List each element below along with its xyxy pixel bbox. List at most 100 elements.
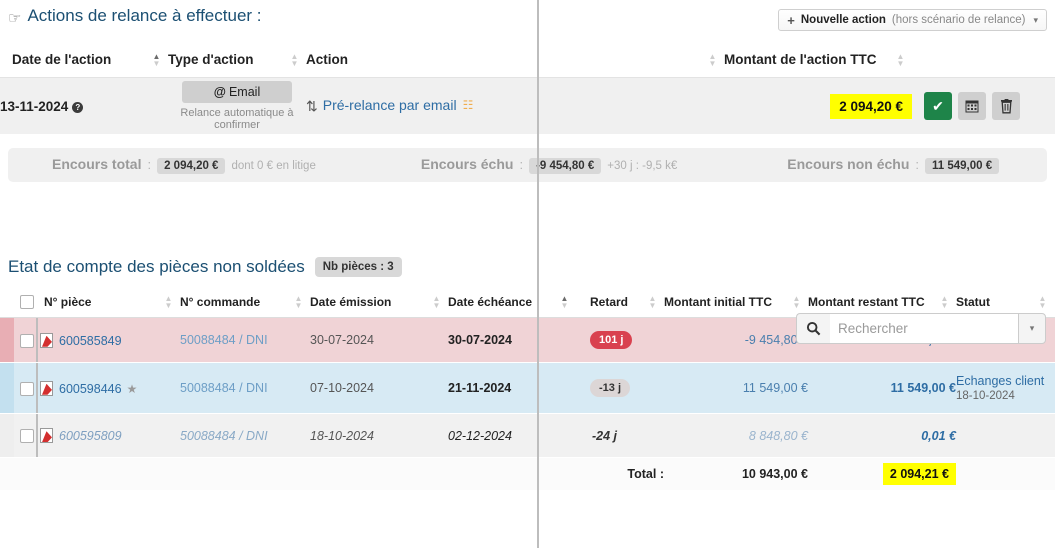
col-action: Action [306,44,706,78]
select-all-checkbox[interactable] [20,295,34,309]
commande-link[interactable]: 50088484 / DNI [180,381,268,395]
cell-date-echeance: 30-07-2024 [448,318,576,363]
repeat-icon: ⇅ [306,98,318,114]
sort-date-action[interactable]: ▲▼ [150,44,168,78]
encours-echu-value: -9 454,80 € [529,158,601,174]
commande-link[interactable]: 50088484 / DNI [180,333,268,347]
row-checkbox-cell [14,318,40,363]
search-options-dropdown[interactable]: ▾ [1018,313,1046,344]
cell-statut [956,414,1055,458]
cell-date-emission: 30-07-2024 [310,318,448,363]
total-montant-initial: 10 943,00 € [664,458,808,491]
search-input[interactable] [830,313,1018,344]
sort-date-echeance[interactable]: ▲▼ [558,288,576,317]
actions-table: Date de l'action ▲▼ Type d'action ▲▼ Act… [0,44,1055,134]
col-montant-action: Montant de l'action TTC [724,44,894,78]
cell-n-commande: 50088484 / DNI [180,414,310,458]
sort-type-action[interactable]: ▲▼ [288,44,306,78]
col-type-action: Type d'action [168,44,288,78]
table-row[interactable]: 600595809 50088484 / DNI 18-10-2024 02-1… [0,414,1055,458]
total-label: Total : [576,458,664,491]
encours-echu-extra: +30 j : -9,5 k€ [607,160,677,172]
total-row: Total : 10 943,00 € 2 094,21 € [0,458,1055,491]
action-type-cell: @Email Relance automatique à confirmer [168,78,306,135]
row-marker [0,363,14,414]
cell-retard: -13 j [576,363,664,414]
row-checkbox-cell [14,414,40,458]
new-action-button[interactable]: + Nouvelle action (hors scénario de rela… [778,9,1047,31]
cell-date-echeance: 21-11-2024 [448,363,576,414]
delete-action-button[interactable] [992,92,1020,120]
col-date-emission: Date émission [310,288,430,317]
action-link[interactable]: Pré-relance par email [323,97,457,113]
row-checkbox[interactable] [20,382,34,396]
action-amount-cell: 2 094,20 € [724,78,912,135]
cell-montant-initial: -9 454,80 € [664,318,808,363]
pieces-section-title: Etat de compte des pièces non soldées [8,257,305,277]
row-checkbox[interactable] [20,334,34,348]
statut-link[interactable]: Echanges client [956,374,1055,388]
postpone-action-button[interactable] [958,92,986,120]
encours-non-echu-colon: : [915,157,919,172]
star-icon[interactable]: ★ [127,382,138,396]
encours-total-extra: dont 0 € en litige [231,160,315,172]
col-retard: Retard [576,288,646,317]
action-type-subtext: Relance automatique à confirmer [168,107,306,131]
total-statut-cell [956,458,1055,491]
sort-montant-action[interactable]: ▲▼ [894,44,912,78]
list-icon[interactable]: ☷ [463,98,473,112]
action-date-cell: 13-11-2024? [0,78,168,135]
col-date-echeance: Date échéance [448,288,558,317]
total-check-cell [14,458,40,491]
sort-montant-action-left[interactable]: ▲▼ [706,44,724,78]
commande-link[interactable]: 50088484 / DNI [180,429,268,443]
actions-header-row: Date de l'action ▲▼ Type d'action ▲▼ Act… [0,44,1055,78]
col-montant-initial: Montant initial TTC [664,288,790,317]
nb-pieces-badge: Nb pièces : 3 [315,257,402,277]
chevron-down-icon[interactable]: ▾ [1033,15,1038,26]
help-icon[interactable]: ? [72,102,83,113]
select-all-checkbox-cell [14,288,40,317]
piece-link[interactable]: 600595809 [59,429,122,443]
encours-echu-colon: : [519,157,523,172]
total-montant-restant-cell: 2 094,21 € [808,458,956,491]
cell-date-emission: 18-10-2024 [310,414,448,458]
piece-link[interactable]: 600598446 [59,382,122,396]
action-row: 13-11-2024? @Email Relance automatique à… [0,78,1055,135]
timeline-line [537,0,539,548]
encours-non-echu-block: Encours non échu : 11 549,00 € [677,156,999,174]
search-button[interactable] [796,313,830,344]
cell-n-piece: 600585849 [40,318,180,363]
pointing-hand-icon: ☞ [8,9,21,27]
header-mark-col [0,288,14,317]
encours-summary-bar: Encours total : 2 094,20 € dont 0 € en l… [8,148,1047,182]
pdf-icon[interactable] [40,381,53,396]
cell-n-commande: 50088484 / DNI [180,363,310,414]
page-title: ☞Actions de relance à effectuer : [8,6,262,27]
sort-n-commande[interactable]: ▲▼ [292,288,310,317]
sort-retard[interactable]: ▲▼ [646,288,664,317]
col-n-commande: N° commande [180,288,292,317]
piece-link[interactable]: 600585849 [59,334,122,348]
pdf-icon[interactable] [40,428,53,443]
row-checkbox[interactable] [20,429,34,443]
retard-badge: -13 j [590,379,630,397]
email-type-badge[interactable]: @Email [182,81,292,103]
encours-total-label: Encours total [52,156,141,172]
new-action-label: Nouvelle action [801,14,886,26]
sort-n-piece[interactable]: ▲▼ [162,288,180,317]
row-checkbox-cell [14,363,40,414]
cell-montant-initial: 8 848,80 € [664,414,808,458]
encours-echu-label: Encours échu [421,156,514,172]
validate-action-button[interactable]: ✔ [924,92,952,120]
col-actions-buttons [912,44,1055,78]
total-marker [0,458,14,491]
action-amount-spacer [706,78,724,135]
col-n-piece: N° pièce [40,288,162,317]
encours-total-value: 2 094,20 € [157,158,225,174]
pdf-icon[interactable] [40,333,53,348]
table-row[interactable]: 600598446★ 50088484 / DNI 07-10-2024 21-… [0,363,1055,414]
sort-date-emission[interactable]: ▲▼ [430,288,448,317]
actions-section-header: ☞Actions de relance à effectuer : + Nouv… [0,0,1055,44]
action-buttons-cell: ✔ [912,78,1055,135]
